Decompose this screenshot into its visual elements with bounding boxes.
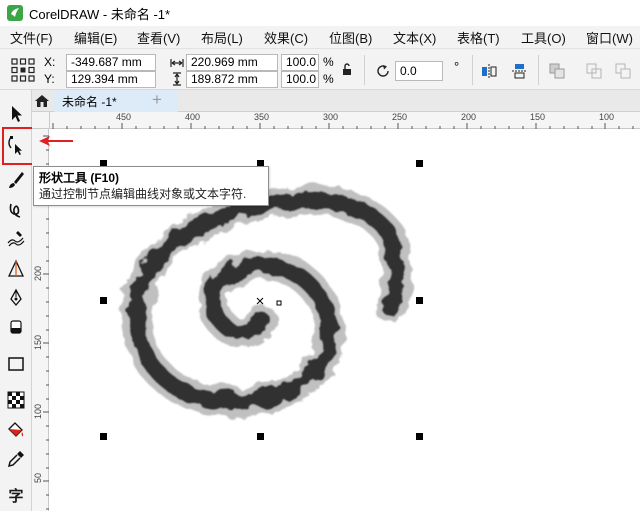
menu-text[interactable]: 文本(X) (393, 28, 436, 47)
selection-handle[interactable] (416, 433, 423, 440)
interactive-fill-tool[interactable] (4, 418, 28, 442)
checkerboard-icon (7, 391, 25, 409)
selection-handle[interactable] (257, 433, 264, 440)
eraser-icon (10, 320, 22, 334)
ruler-tick-label: 450 (116, 112, 132, 122)
menu-tools[interactable]: 工具(O) (521, 28, 566, 47)
mirror-horizontal-icon[interactable] (480, 62, 498, 80)
rotate-icon (377, 65, 389, 77)
height-icon (173, 72, 181, 86)
pick-tool[interactable] (4, 102, 28, 126)
selection-handle[interactable] (100, 297, 107, 304)
title-bar: CorelDRAW - 未命名 -1* (0, 0, 640, 26)
eraser-tool[interactable] (4, 315, 28, 339)
smart-drawing-tool[interactable] (4, 198, 28, 222)
lock-ratio-icon[interactable] (341, 62, 353, 76)
window-title: CorelDRAW - 未命名 -1* (29, 6, 171, 22)
width-field[interactable]: 220.969 mm (186, 54, 278, 71)
annotation-arrow-icon (39, 136, 73, 146)
width-icon (170, 59, 184, 67)
separator (364, 55, 365, 85)
ruler-tick-label: 150 (33, 334, 43, 350)
document-tab-bar: 未命名 -1* + (32, 90, 640, 112)
menu-effects[interactable]: 效果(C) (264, 28, 308, 47)
menu-table[interactable]: 表格(T) (457, 28, 500, 47)
curve-icon (9, 203, 21, 218)
ruler-tick-label: 100 (599, 112, 615, 122)
break-apart-icon[interactable] (614, 62, 632, 80)
degree-symbol: ° (454, 59, 460, 74)
rectangle-icon (8, 357, 24, 371)
percent-sign: % (323, 72, 334, 86)
menu-file[interactable]: 文件(F) (10, 28, 53, 47)
selection-handle[interactable] (416, 297, 423, 304)
coreldraw-logo-icon (7, 5, 23, 21)
ruler-tick-label: 200 (33, 265, 43, 281)
ruler-tick-label: 300 (323, 112, 339, 122)
scale-width-field[interactable]: 100.0 (281, 54, 319, 71)
ruler-tick-label: 100 (33, 403, 43, 419)
tooltip-title: 形状工具 (F10) (39, 171, 120, 185)
artistic-media-tool[interactable] (4, 227, 28, 251)
menu-edit[interactable]: 编辑(E) (74, 28, 117, 47)
dimension-icon (7, 259, 25, 277)
combine-icon[interactable] (585, 62, 603, 80)
ruler-tick-label: 50 (33, 472, 43, 483)
y-position-field[interactable]: 129.394 mm (66, 71, 156, 88)
shape-tool-tooltip: 形状工具 (F10) 通过控制节点编辑曲线对象或文本字符. (33, 166, 269, 206)
height-field[interactable]: 189.872 mm (186, 71, 278, 88)
pen-icon (10, 288, 22, 307)
pen-tool[interactable] (4, 286, 28, 310)
property-bar: X: -349.687 mm Y: 129.394 mm 220.969 mm … (0, 48, 640, 90)
separator (472, 55, 473, 85)
eyedropper-icon (7, 451, 24, 468)
ruler-corner (32, 112, 50, 129)
freehand-tool[interactable] (4, 168, 28, 192)
ruler-tick-label: 250 (392, 112, 408, 122)
rectangle-tool[interactable] (4, 352, 28, 376)
menu-view[interactable]: 查看(V) (137, 28, 180, 47)
fill-bucket-icon (8, 422, 24, 437)
menu-window[interactable]: 窗口(W) (586, 28, 633, 47)
add-tab-button[interactable]: + (152, 90, 162, 110)
mirror-vertical-icon[interactable] (510, 62, 528, 80)
separator (538, 55, 539, 85)
pointer-icon (12, 106, 22, 122)
x-position-field[interactable]: -349.687 mm (66, 54, 156, 71)
selection-handle[interactable] (416, 160, 423, 167)
dimension-tool[interactable] (4, 257, 28, 281)
rotation-field[interactable]: 0.0 (395, 61, 443, 81)
menu-layout[interactable]: 布局(L) (201, 28, 243, 47)
group-objects-icon[interactable] (548, 62, 566, 80)
ruler-tick-label: 400 (185, 112, 201, 122)
selection-handle[interactable] (100, 433, 107, 440)
ruler-ticks (52, 123, 634, 129)
scale-height-field[interactable]: 100.0 (281, 71, 319, 88)
ruler-tick-label: 350 (254, 112, 270, 122)
text-tool[interactable]: 字 (4, 483, 28, 507)
percent-sign: % (323, 55, 334, 69)
artistic-media-icon (7, 231, 25, 247)
ruler-tick-label: 150 (530, 112, 546, 122)
transparency-tool[interactable] (4, 388, 28, 412)
ruler-tick-label: 200 (461, 112, 477, 122)
y-label: Y: (44, 72, 55, 86)
x-label: X: (44, 55, 56, 69)
horizontal-ruler[interactable]: 450 400 350 300 250 200 150 100 (50, 112, 640, 129)
object-origin-icon[interactable] (10, 57, 36, 83)
eyedropper-tool[interactable] (4, 447, 28, 471)
brush-icon (9, 172, 24, 188)
menu-bitmap[interactable]: 位图(B) (329, 28, 372, 47)
home-icon[interactable] (34, 93, 50, 109)
tab-document-label: 未命名 -1* (62, 95, 117, 109)
menu-bar: 文件(F) 编辑(E) 查看(V) 布局(L) 效果(C) 位图(B) 文本(X… (0, 26, 640, 48)
tooltip-description: 通过控制节点编辑曲线对象或文本字符. (39, 187, 247, 201)
